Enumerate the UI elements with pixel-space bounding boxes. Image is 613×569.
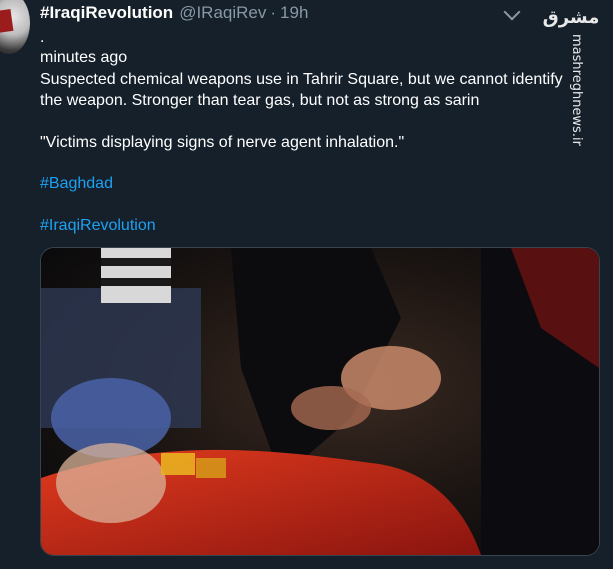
watermark-logo: مشرق: [542, 7, 600, 28]
tweet-quote-line: "Victims displaying signs of nerve agent…: [40, 134, 405, 151]
user-handle[interactable]: @IRaqiRev: [179, 3, 266, 22]
avatar[interactable]: [0, 0, 30, 54]
hashtag-baghdad-link[interactable]: #Baghdad: [40, 174, 113, 194]
watermark-site: mashreghnews.ir: [569, 34, 584, 146]
media-photo: [41, 248, 599, 555]
tweet-text-line: Suspected chemical weapons use in Tahrir…: [40, 71, 563, 88]
tweet-text-line: minutes ago: [40, 49, 128, 66]
avatar-flag-detail: [0, 8, 14, 34]
watermark: مشرق mashreghnews.ir: [540, 0, 613, 146]
tweet-header: #IraqiRevolution @IRaqiRev · 19h: [40, 2, 308, 24]
tweet-media-image[interactable]: [40, 247, 600, 556]
chevron-down-icon[interactable]: [503, 3, 521, 21]
tweet-text-line: .: [40, 29, 45, 46]
tweet-text-line: the weapon. Stronger than tear gas, but …: [40, 92, 480, 109]
display-name[interactable]: #IraqiRevolution: [40, 3, 173, 22]
separator-dot: ·: [270, 3, 277, 22]
hashtag-iraqirevolution-link[interactable]: #IraqiRevolution: [40, 216, 156, 236]
tweet-timestamp[interactable]: 19h: [280, 3, 308, 22]
